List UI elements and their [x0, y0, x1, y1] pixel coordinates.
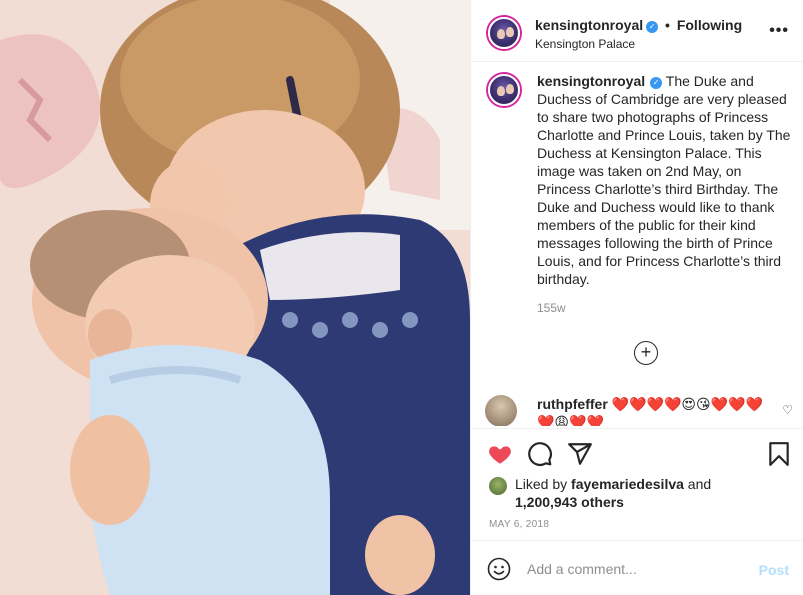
author-avatar[interactable] — [488, 17, 520, 49]
load-more-comments-button[interactable]: + — [634, 341, 658, 365]
caption-author-avatar[interactable] — [488, 74, 520, 106]
liker-username[interactable]: fayemariedesilva — [571, 476, 684, 492]
liker-avatar[interactable] — [489, 477, 507, 495]
bookmark-icon[interactable] — [766, 441, 792, 467]
emoji-icon[interactable] — [487, 557, 511, 581]
more-options-icon[interactable]: ••• — [769, 22, 789, 40]
comment-input[interactable] — [527, 555, 747, 583]
caption-text: The Duke and Duchess of Cambridge are ve… — [537, 73, 791, 287]
heart-filled-icon[interactable] — [487, 441, 513, 467]
comment-icon[interactable] — [527, 441, 553, 467]
post-caption: kensingtonroyal ✓ The Duke and Duchess of… — [537, 72, 792, 288]
post-photo[interactable] — [0, 0, 470, 595]
post-location[interactable]: Kensington Palace — [535, 37, 635, 51]
post-date[interactable]: MAY 6, 2018 — [489, 519, 549, 530]
commenter-username[interactable]: ruthpfeffer — [537, 396, 608, 412]
comments-section[interactable]: kensingtonroyal ✓ The Duke and Duchess of… — [471, 62, 803, 426]
post-actions: Liked by fayemariedesilva and 1,200,943 … — [471, 428, 803, 540]
heart-outline-icon[interactable]: ♡ — [782, 403, 793, 417]
author-username[interactable]: kensingtonroyal — [535, 17, 643, 33]
following-button[interactable]: Following — [677, 17, 742, 33]
likes-count[interactable]: 1,200,943 others — [515, 494, 624, 510]
likes-and-label: and — [687, 476, 712, 492]
verified-badge-icon: ✓ — [650, 77, 663, 89]
post-header: kensingtonroyal ✓ • Following Kensington … — [471, 0, 803, 62]
caption-time-ago[interactable]: 155w — [537, 301, 566, 315]
post-detail-panel: kensingtonroyal ✓ • Following Kensington … — [470, 0, 803, 595]
likes-text: Liked by fayemariedesilva and 1,200,943 … — [515, 475, 775, 511]
comment-text-block: ruthpfeffer ❤️❤️❤️❤️😍😘❤️❤️❤️❤️😩❤️❤️ — [537, 395, 767, 426]
separator-dot: • — [665, 17, 670, 33]
post-comment-button[interactable]: Post — [759, 562, 789, 578]
post-photo-illustration — [0, 0, 470, 595]
commenter-avatar[interactable] — [485, 395, 517, 426]
verified-badge-icon: ✓ — [646, 21, 659, 33]
liked-by-label: Liked by — [515, 476, 568, 492]
add-comment-bar: Post — [471, 540, 803, 595]
share-icon[interactable] — [567, 441, 593, 467]
caption-username[interactable]: kensingtonroyal — [537, 73, 645, 89]
author-line: kensingtonroyal ✓ • Following — [535, 17, 742, 33]
